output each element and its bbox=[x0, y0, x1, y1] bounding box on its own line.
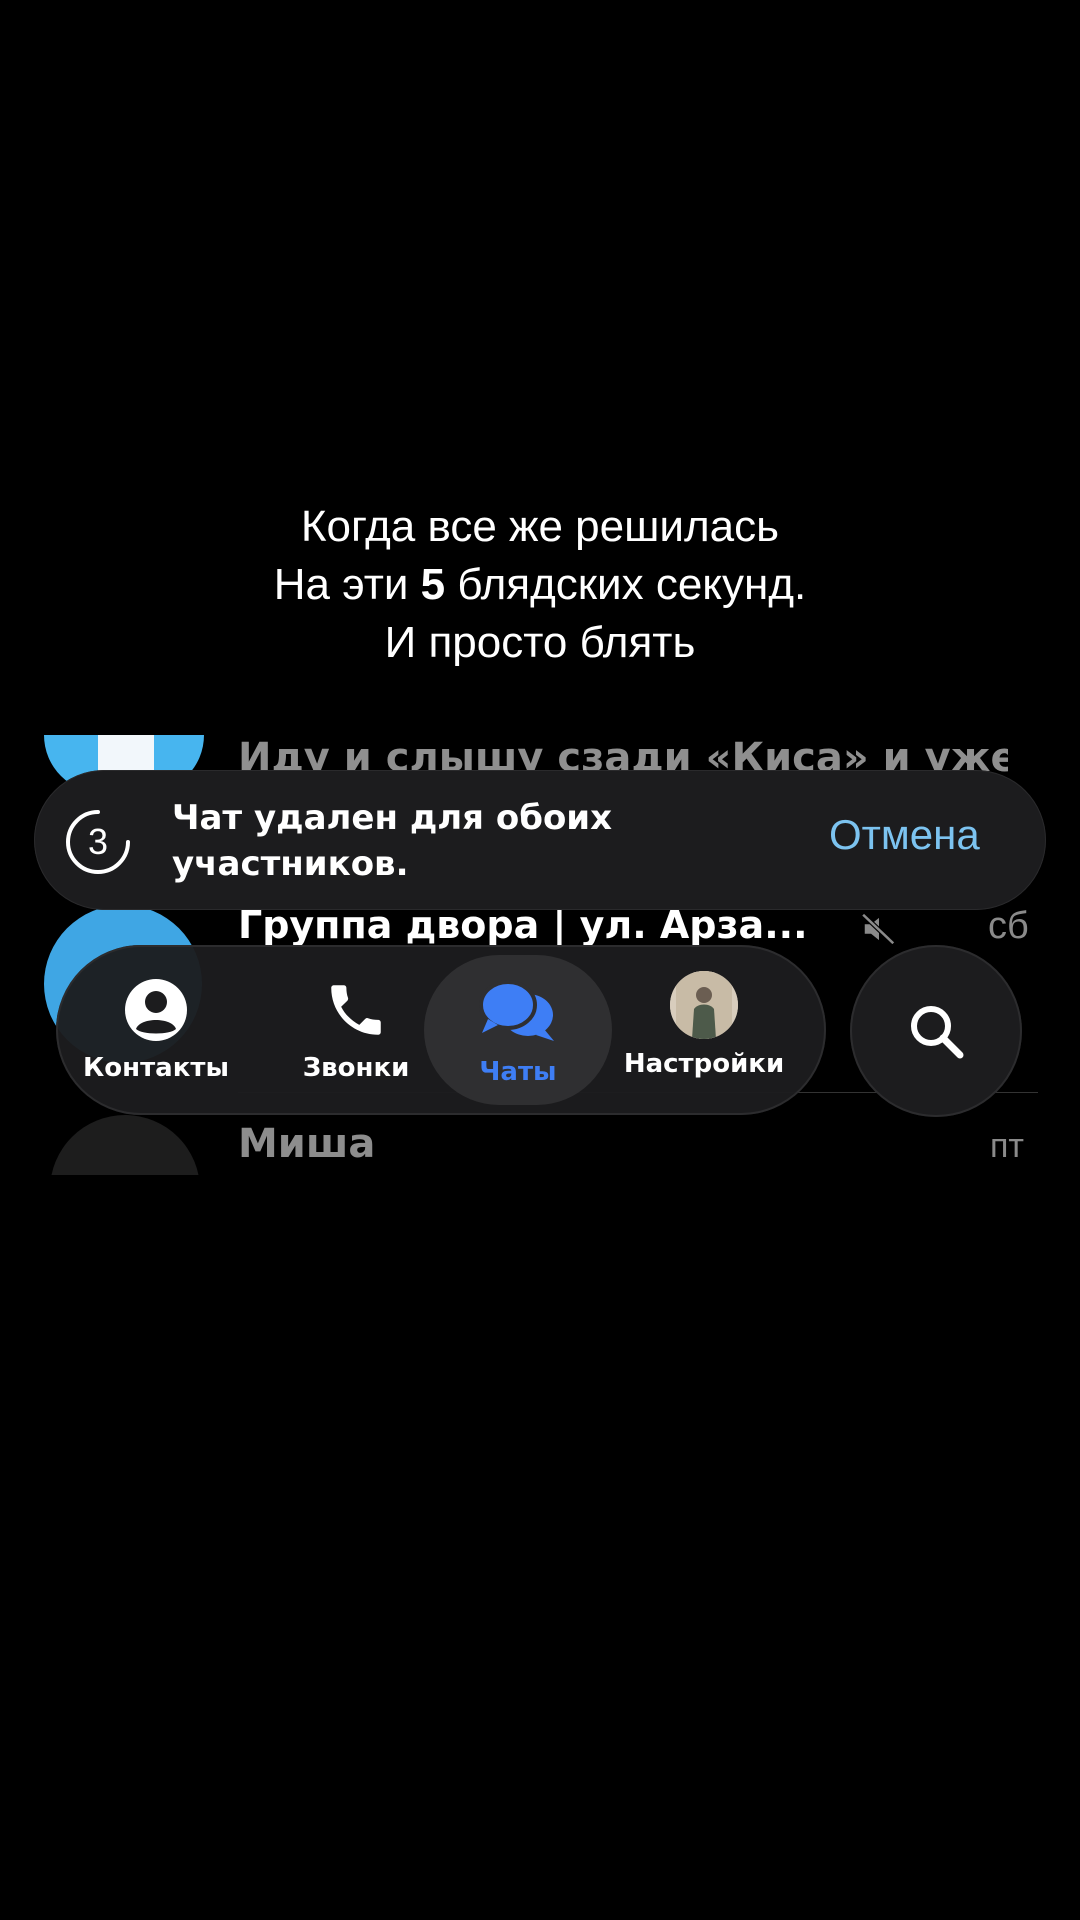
undo-button[interactable]: Отмена bbox=[829, 811, 980, 859]
caption-line-2: На эти 5 блядских секунд. bbox=[0, 556, 1080, 614]
person-circle-icon bbox=[125, 979, 187, 1041]
caption-line-2-number: 5 bbox=[420, 560, 446, 609]
tab-contacts[interactable]: Контакты bbox=[76, 945, 236, 1115]
muted-speaker-icon bbox=[861, 913, 895, 945]
caption-line-2-end: блядских секунд. bbox=[445, 560, 807, 609]
chat-bubbles-icon bbox=[479, 980, 554, 1041]
caption-line-3: И просто блять bbox=[384, 618, 696, 667]
chat-row-date: сб bbox=[988, 905, 1029, 947]
profile-avatar bbox=[670, 971, 738, 1039]
search-icon bbox=[911, 1006, 964, 1059]
chat-deleted-toast: 3 Чат удален для обоих участников. Отмен… bbox=[34, 770, 1046, 910]
search-button[interactable] bbox=[850, 945, 1022, 1117]
caption-line-2-start: На эти bbox=[273, 560, 421, 609]
phone-icon bbox=[331, 985, 381, 1035]
tab-label: Настройки bbox=[623, 1049, 785, 1079]
video-caption: Когда все же решилась На эти 5 блядских … bbox=[0, 498, 1080, 672]
undo-countdown: 3 bbox=[87, 821, 109, 862]
chat-row-title[interactable]: Миша bbox=[238, 1121, 375, 1167]
tab-label: Чаты bbox=[479, 1057, 557, 1087]
tab-calls[interactable]: Звонки bbox=[301, 945, 411, 1115]
tab-settings[interactable]: Настройки bbox=[614, 945, 794, 1115]
caption-line-1: Когда все же решилась bbox=[300, 502, 780, 551]
tab-label: Звонки bbox=[302, 1053, 410, 1083]
toast-message: Чат удален для обоих участников. bbox=[172, 798, 613, 884]
tab-label: Контакты bbox=[83, 1053, 229, 1083]
tab-chats[interactable]: Чаты bbox=[424, 955, 612, 1105]
chat-avatar[interactable] bbox=[50, 1115, 200, 1175]
tab-bar: Контакты Звонки Чаты Настройки bbox=[56, 945, 826, 1115]
chat-row-date: пт bbox=[990, 1127, 1024, 1165]
